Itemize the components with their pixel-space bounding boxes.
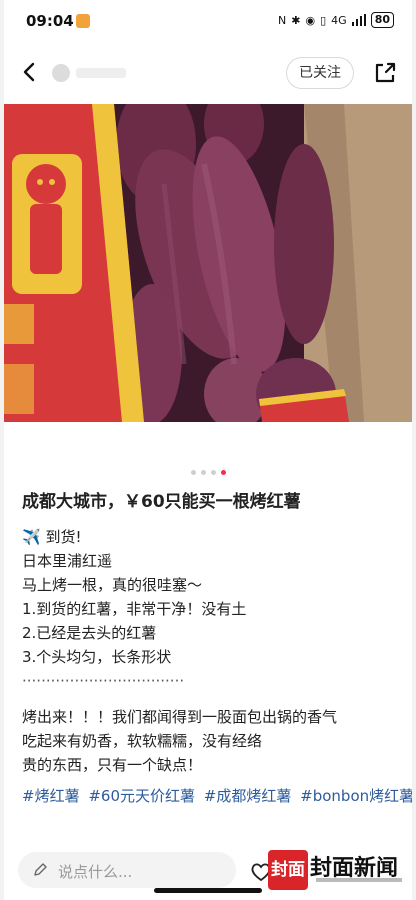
post-line: 1.到货的红薯，非常干净！没有土 [22, 600, 247, 618]
post-title: 成都大城市，￥60只能买一根烤红薯 [22, 492, 301, 512]
hashtag-list: #烤红薯 #60元天价红薯 #成都烤红薯 #bonbon烤红薯 [22, 783, 412, 809]
hashtag[interactable]: #成都烤红薯 [204, 787, 292, 805]
app-screen: 09:04 N ✱ ◉ ▯ 4G 80 已关注 成都大城市，￥60只能买一根烤红… [4, 0, 412, 900]
nfc-icon: N [278, 13, 287, 27]
battery-indicator: 80 [370, 12, 394, 28]
post-line: 贵的东西，只有一个缺点！ [22, 756, 203, 774]
post-divider-line: ·································· [22, 672, 185, 690]
status-icons: N ✱ ◉ ▯ 4G 80 [278, 12, 394, 28]
post-body: ✈️ 到货! 日本里浦红遥 马上烤一根，真的很哇塞～ 1.到货的红薯，非常干净！… [22, 525, 412, 809]
post-line: 3.个头均匀，长条形状 [22, 648, 172, 666]
post-line: 2.已经是去头的红薯 [22, 624, 157, 642]
sweet-potato-photo [4, 104, 412, 422]
watermark-slogan-line [316, 878, 402, 882]
carousel-indicator [4, 470, 412, 475]
author-avatar[interactable] [52, 64, 70, 82]
pen-icon [34, 863, 47, 876]
watermark-badge: 封面 [268, 850, 308, 890]
status-bar: 09:04 N ✱ ◉ ▯ 4G 80 [4, 0, 412, 44]
post-photo[interactable] [4, 104, 412, 422]
notification-app-icon [76, 14, 90, 28]
status-time: 09:04 [26, 12, 74, 30]
hashtag[interactable]: #bonbon烤红薯 [300, 787, 412, 805]
network-label: 4G [331, 13, 347, 27]
home-indicator[interactable] [154, 888, 262, 893]
follow-button[interactable]: 已关注 [286, 57, 354, 89]
carousel-dot [190, 470, 196, 475]
share-icon[interactable] [372, 60, 398, 86]
author-name-blurred[interactable] [76, 68, 126, 78]
vibrate-icon: ▯ [320, 13, 327, 27]
back-arrow-icon[interactable] [18, 60, 42, 84]
comment-input[interactable]: 说点什么... [18, 852, 236, 888]
bluetooth-icon: ✱ [291, 13, 301, 27]
nav-bar: 已关注 [4, 48, 412, 98]
comment-placeholder: 说点什么... [58, 863, 133, 881]
hashtag[interactable]: #烤红薯 [22, 787, 80, 805]
post-line: 马上烤一根，真的很哇塞～ [22, 576, 203, 594]
carousel-dot [200, 470, 206, 475]
carousel-dot [210, 470, 216, 475]
post-line: 烤出来！！！我们都闻得到一股面包出锅的香气 [22, 708, 338, 726]
hashtag[interactable]: #60元天价红薯 [88, 787, 195, 805]
carousel-dot-active [220, 470, 226, 475]
signal-icon [351, 14, 366, 26]
location-icon: ◉ [305, 13, 316, 27]
post-line: 吃起来有奶香，软软糯糯，没有经络 [22, 732, 263, 750]
post-line: ✈️ 到货! [22, 528, 82, 546]
post-line: 日本里浦红遥 [22, 552, 113, 570]
